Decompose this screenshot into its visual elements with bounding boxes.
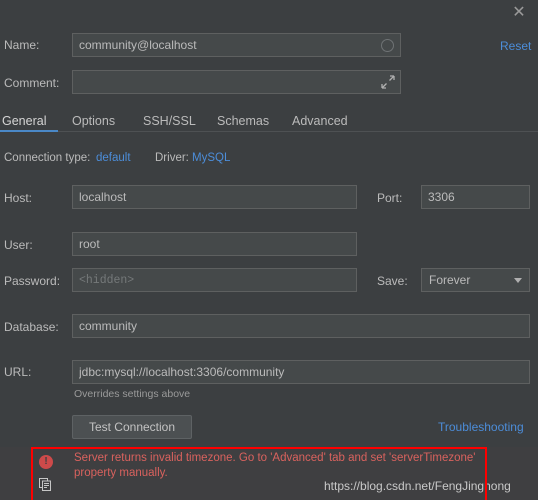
database-input[interactable] [72,314,530,338]
save-dropdown-value: Forever [429,273,471,287]
connection-type-value[interactable]: default [96,152,131,164]
connection-type-label: Connection type: [4,152,91,164]
password-input[interactable] [72,268,357,292]
active-tab-indicator [0,130,58,132]
expand-arrows-icon[interactable] [380,74,396,95]
comment-input[interactable] [72,70,401,94]
close-icon[interactable]: ✕ [508,2,530,24]
watermark-text: https://blog.csdn.net/FengJinghong [324,479,511,493]
user-label: User: [4,238,33,252]
host-label: Host: [4,191,33,205]
user-input[interactable] [72,232,357,256]
error-circle-icon [39,455,53,469]
save-label: Save: [377,274,408,288]
error-message: Server returns invalid timezone. Go to '… [74,452,476,479]
connection-settings-dialog: ✕ Name: Comment: Reset General Options S… [0,0,538,500]
refresh-circle-icon[interactable] [381,39,394,52]
driver-label: Driver: [155,152,189,164]
name-input[interactable] [72,33,401,57]
reset-link[interactable]: Reset [500,39,531,53]
troubleshooting-link[interactable]: Troubleshooting [438,420,524,434]
password-label: Password: [4,274,61,288]
host-input[interactable] [72,185,357,209]
driver-value[interactable]: MySQL [192,152,230,164]
url-override-hint: Overrides settings above [74,388,191,400]
copy-to-clipboard-icon[interactable] [39,478,52,491]
tab-divider [58,131,538,132]
database-label: Database: [4,320,59,334]
test-connection-button[interactable]: Test Connection [72,415,192,439]
port-input[interactable] [421,185,530,209]
port-label: Port: [377,191,403,205]
comment-label: Comment: [4,76,60,90]
url-label: URL: [4,365,32,379]
name-label: Name: [4,38,40,52]
save-dropdown[interactable]: Forever [421,268,530,292]
chevron-down-icon [514,278,522,283]
url-input[interactable] [72,360,530,384]
